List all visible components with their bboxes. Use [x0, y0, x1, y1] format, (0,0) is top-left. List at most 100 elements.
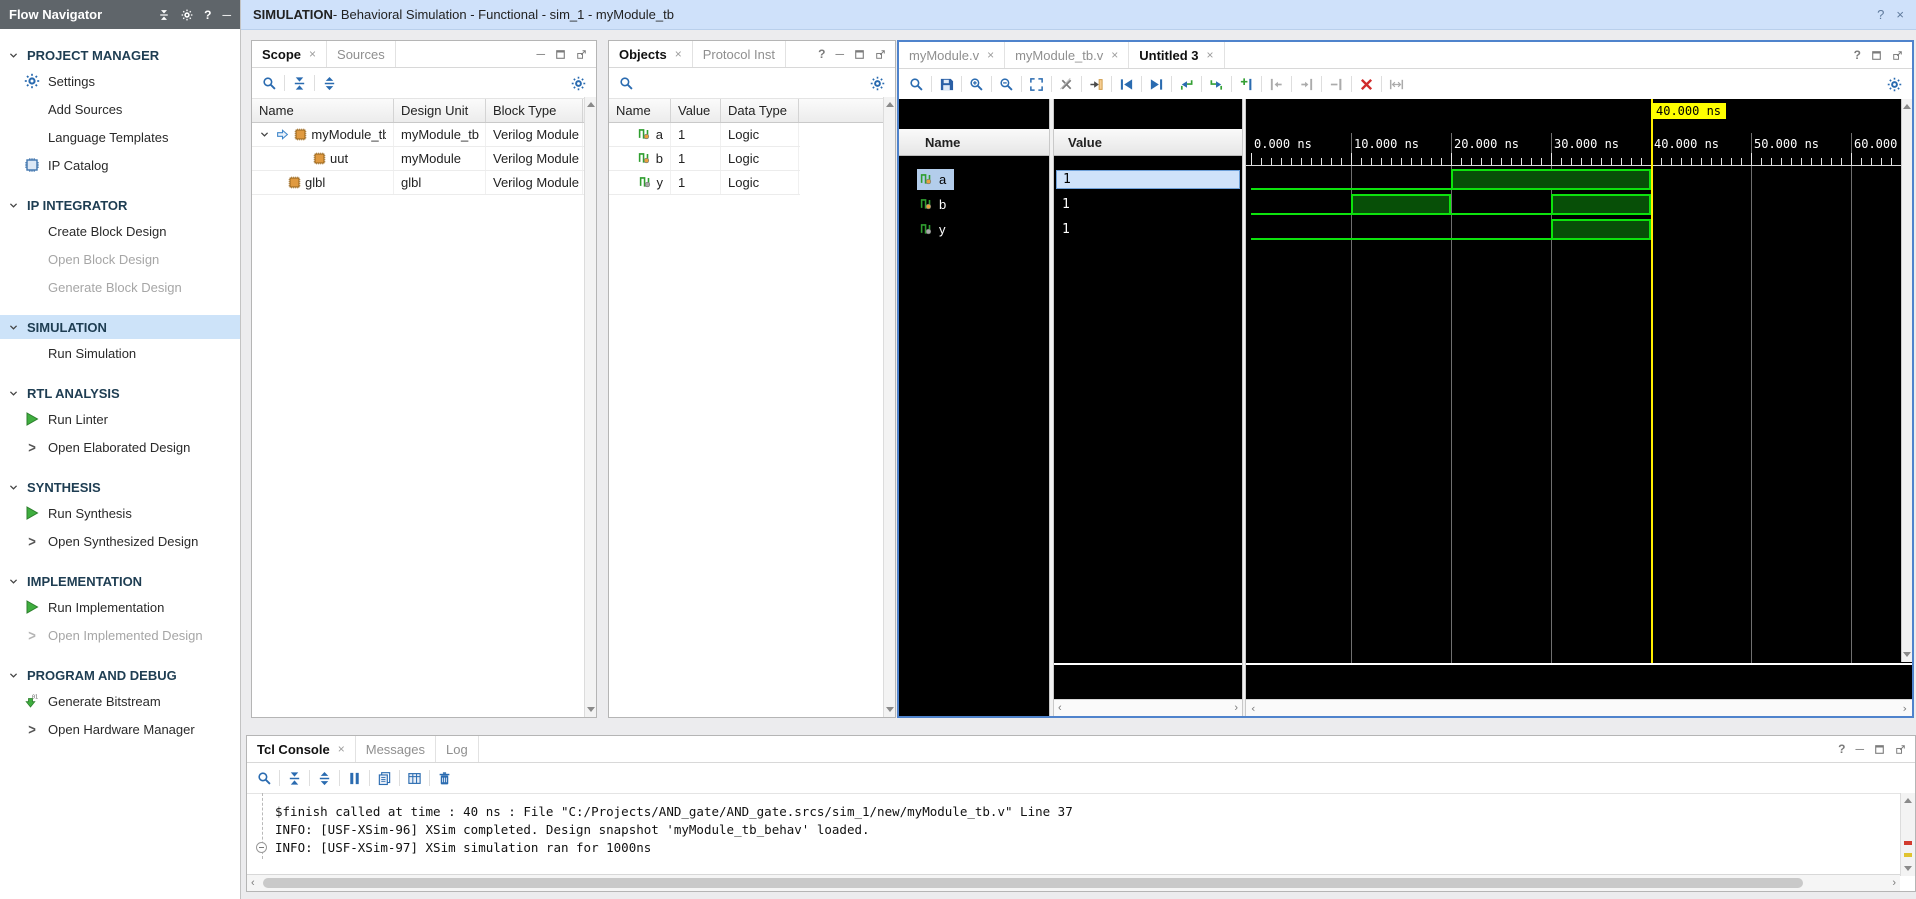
- scroll-right-icon[interactable]: ›: [1901, 702, 1908, 715]
- maximize-icon[interactable]: [555, 49, 566, 60]
- chevron-down-icon[interactable]: [8, 50, 19, 61]
- prev-transition-icon[interactable]: [1174, 73, 1199, 95]
- scroll-right-icon[interactable]: ›: [1892, 877, 1896, 889]
- nav-item-open-elaborated-design[interactable]: >Open Elaborated Design: [0, 433, 240, 461]
- scope-tab-sources[interactable]: Sources: [327, 41, 396, 67]
- maximize-icon[interactable]: [854, 49, 865, 60]
- float-icon[interactable]: [1892, 50, 1903, 61]
- minimize-icon[interactable]: ─: [835, 47, 844, 61]
- wave-tab-mymodule-tb-v[interactable]: myModule_tb.v×: [1005, 42, 1129, 68]
- next-marker-icon[interactable]: [1294, 73, 1319, 95]
- scope-row[interactable]: myModule_tbmyModule_tbVerilog Module: [252, 123, 596, 147]
- nav-item-settings[interactable]: Settings: [0, 67, 240, 95]
- settings-gear-icon[interactable]: [865, 72, 890, 94]
- console-tab-messages[interactable]: Messages: [356, 736, 436, 762]
- nav-section-header-implementation[interactable]: IMPLEMENTATION: [0, 569, 240, 593]
- nav-item-run-implementation[interactable]: Run Implementation: [0, 593, 240, 621]
- pause-icon[interactable]: [342, 767, 367, 789]
- close-icon[interactable]: ×: [987, 48, 994, 62]
- scroll-up-icon[interactable]: [1903, 104, 1911, 109]
- delete-all-markers-icon[interactable]: [1354, 73, 1379, 95]
- scroll-down-icon[interactable]: [1903, 652, 1911, 657]
- chevron-down-icon[interactable]: [8, 482, 19, 493]
- close-icon[interactable]: ×: [675, 47, 682, 61]
- swap-cursors-icon[interactable]: [1384, 73, 1409, 95]
- go-last-icon[interactable]: [1144, 73, 1169, 95]
- scroll-up-icon[interactable]: [587, 102, 595, 107]
- column-header-value[interactable]: Value: [671, 99, 721, 122]
- scroll-up-icon[interactable]: [1904, 798, 1912, 803]
- chevron-down-icon[interactable]: [8, 576, 19, 587]
- nav-item-create-block-design[interactable]: Create Block Design: [0, 217, 240, 245]
- close-icon[interactable]: ×: [1111, 48, 1118, 62]
- collapse-all-icon[interactable]: [282, 767, 307, 789]
- delete-marker-icon[interactable]: [1324, 73, 1349, 95]
- wave-hscrollbar[interactable]: ‹ ›: [1246, 699, 1912, 716]
- wave-tab-mymodule-v[interactable]: myModule.v×: [899, 42, 1005, 68]
- go-to-time-icon[interactable]: [1084, 73, 1109, 95]
- console-tab-tcl-console[interactable]: Tcl Console×: [247, 736, 356, 762]
- scope-row[interactable]: glblglblVerilog Module: [252, 171, 596, 195]
- maximize-icon[interactable]: [1874, 744, 1885, 755]
- nav-item-add-sources[interactable]: Add Sources: [0, 95, 240, 123]
- nav-section-header-synthesis[interactable]: SYNTHESIS: [0, 475, 240, 499]
- wave-signal-value-row[interactable]: 1: [1054, 217, 1242, 242]
- objects-tab-objects[interactable]: Objects×: [609, 41, 693, 67]
- nav-item-run-linter[interactable]: Run Linter: [0, 405, 240, 433]
- wave-signal-name-row[interactable]: a: [899, 167, 1049, 192]
- objects-row[interactable]: y1Logic: [609, 171, 800, 195]
- collapse-all-icon[interactable]: [287, 72, 312, 94]
- add-marker-icon[interactable]: [1234, 73, 1259, 95]
- wave-signal-name-row[interactable]: b: [899, 192, 1049, 217]
- help-icon[interactable]: ?: [1877, 7, 1884, 22]
- search-icon[interactable]: [252, 767, 277, 789]
- console-hscrollbar[interactable]: ‹ ›: [247, 874, 1900, 891]
- chevron-down-icon[interactable]: [259, 129, 271, 140]
- scroll-down-icon[interactable]: [1904, 866, 1912, 871]
- console-tab-log[interactable]: Log: [436, 736, 479, 762]
- minimize-icon[interactable]: ─: [536, 47, 545, 61]
- column-header-name[interactable]: Name: [252, 99, 394, 122]
- scrollbar-thumb[interactable]: [263, 878, 1803, 888]
- float-icon[interactable]: [576, 49, 587, 60]
- wave-signal-value-row[interactable]: 1: [1054, 167, 1242, 192]
- help-icon[interactable]: ?: [1838, 742, 1845, 756]
- nav-item-open-synthesized-design[interactable]: >Open Synthesized Design: [0, 527, 240, 555]
- scroll-down-icon[interactable]: [587, 707, 595, 712]
- scope-tab-scope[interactable]: Scope×: [252, 41, 327, 67]
- expand-all-icon[interactable]: [312, 767, 337, 789]
- column-header-name[interactable]: Name: [609, 99, 671, 122]
- nav-item-run-synthesis[interactable]: Run Synthesis: [0, 499, 240, 527]
- save-icon[interactable]: [934, 73, 959, 95]
- objects-tab-protocol-inst[interactable]: Protocol Inst: [693, 41, 786, 67]
- wave-tab-untitled-3[interactable]: Untitled 3×: [1129, 42, 1224, 68]
- go-first-icon[interactable]: [1114, 73, 1139, 95]
- objects-vertical-scrollbar[interactable]: [883, 97, 895, 717]
- value-hscrollbar[interactable]: ‹ ›: [1054, 699, 1242, 716]
- gear-icon[interactable]: [181, 9, 193, 21]
- close-icon[interactable]: ×: [338, 742, 345, 756]
- nav-section-header-program-and-debug[interactable]: PROGRAM AND DEBUG: [0, 663, 240, 687]
- wave-signal-value-row[interactable]: 1: [1054, 192, 1242, 217]
- help-icon[interactable]: ?: [204, 8, 211, 22]
- nav-section-header-project-manager[interactable]: PROJECT MANAGER: [0, 43, 240, 67]
- copy-icon[interactable]: [372, 767, 397, 789]
- zoom-cursor-icon[interactable]: [1054, 73, 1079, 95]
- column-header-block-type[interactable]: Block Type: [486, 99, 583, 122]
- scroll-up-icon[interactable]: [886, 102, 894, 107]
- console-output[interactable]: $finish called at time : 40 ns : File "C…: [247, 793, 1899, 859]
- objects-row[interactable]: a1Logic: [609, 123, 800, 147]
- nav-section-header-rtl-analysis[interactable]: RTL ANALYSIS: [0, 381, 240, 405]
- help-icon[interactable]: ?: [1854, 48, 1861, 62]
- float-icon[interactable]: [875, 49, 886, 60]
- chevron-down-icon[interactable]: [8, 200, 19, 211]
- nav-item-ip-catalog[interactable]: IP Catalog: [0, 151, 240, 179]
- expand-all-icon[interactable]: [317, 72, 342, 94]
- next-transition-icon[interactable]: [1204, 73, 1229, 95]
- report-icon[interactable]: [402, 767, 427, 789]
- help-icon[interactable]: ?: [818, 47, 825, 61]
- nav-item-language-templates[interactable]: Language Templates: [0, 123, 240, 151]
- search-icon[interactable]: [257, 72, 282, 94]
- scroll-left-icon[interactable]: ‹: [251, 877, 255, 889]
- scope-row[interactable]: uutmyModuleVerilog Module: [252, 147, 596, 171]
